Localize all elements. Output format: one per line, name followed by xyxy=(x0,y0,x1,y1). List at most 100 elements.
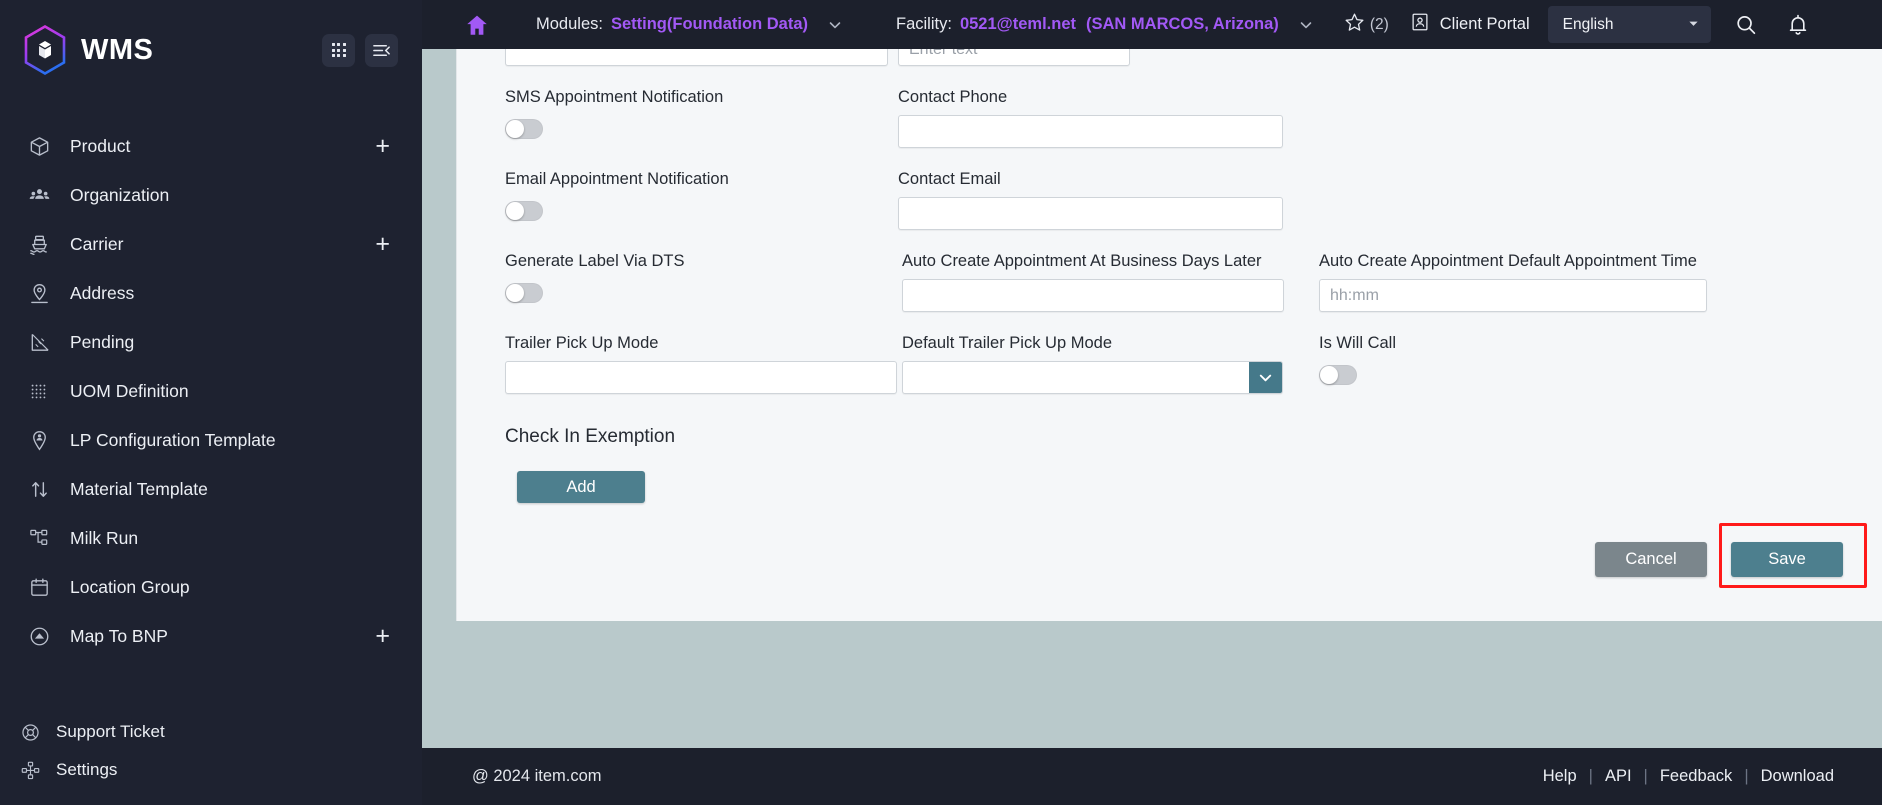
unnamed-left-input[interactable] xyxy=(505,49,888,66)
footer-link-help[interactable]: Help xyxy=(1543,767,1577,786)
sidebar-item-label: LP Configuration Template xyxy=(70,430,276,450)
sidebar-item-material-template[interactable]: Material Template xyxy=(0,465,422,514)
form-field-trailer-pick-up-mode: Trailer Pick Up Mode xyxy=(505,334,915,394)
form-field-auto-create-default-time: Auto Create Appointment Default Appointm… xyxy=(1319,252,1719,312)
generate-label-via-dts-toggle[interactable] xyxy=(505,283,543,303)
sidebar-item-label: Product xyxy=(70,136,131,156)
sidebar-item-address[interactable]: Address xyxy=(0,269,422,318)
sidebar-item-support-ticket[interactable]: Support Ticket xyxy=(0,713,422,751)
sidebar-add-product-button[interactable]: + xyxy=(375,134,396,159)
default-trailer-pick-up-mode-input[interactable] xyxy=(902,361,1283,394)
chevron-down-icon[interactable] xyxy=(826,16,844,34)
save-button[interactable]: Save xyxy=(1731,542,1843,577)
form-row-email-contact-email: Email Appointment Notification Contact E… xyxy=(481,170,1863,230)
ship-icon xyxy=(26,232,52,258)
sidebar-item-label: Support Ticket xyxy=(56,722,165,741)
modules-selector[interactable]: Modules: Setting(Foundation Data) xyxy=(536,15,844,34)
sidebar-item-label: Carrier xyxy=(70,234,124,254)
form-field-generate-label-via-dts: Generate Label Via DTS xyxy=(505,252,915,312)
sidebar-item-label: Address xyxy=(70,283,135,303)
is-will-call-toggle[interactable] xyxy=(1319,365,1357,385)
generate-label-via-dts-label: Generate Label Via DTS xyxy=(505,252,685,270)
sidebar-item-settings[interactable]: Settings xyxy=(0,751,422,789)
sidebar-item-label: Location Group xyxy=(70,577,190,597)
sidebar-item-organization[interactable]: Organization xyxy=(0,171,422,220)
facility-value: 0521@teml.net xyxy=(959,15,1076,33)
search-icon[interactable] xyxy=(1729,8,1763,42)
sitemap-icon xyxy=(26,526,52,552)
sidebar-item-label: Settings xyxy=(56,760,118,779)
box-icon xyxy=(26,134,52,160)
cancel-button[interactable]: Cancel xyxy=(1595,542,1707,577)
sidebar-item-carrier[interactable]: Carrier + xyxy=(0,220,422,269)
sidebar-item-map-to-bnp[interactable]: Map To BNP + xyxy=(0,612,422,661)
is-will-call-label: Is Will Call xyxy=(1319,334,1396,352)
cloud-circle-icon xyxy=(26,624,52,650)
email-appointment-notification-toggle[interactable] xyxy=(505,201,543,221)
footer-link-feedback[interactable]: Feedback xyxy=(1660,767,1732,786)
form-field-default-trailer-pick-up-mode: Default Trailer Pick Up Mode xyxy=(902,334,1310,394)
lifebuoy-icon xyxy=(18,719,42,745)
page-footer: @ 2024 item.com Help | API | Feedback | … xyxy=(422,748,1882,805)
home-icon[interactable] xyxy=(464,12,490,38)
footer-separator: | xyxy=(1643,767,1648,785)
sidebar-add-carrier-button[interactable]: + xyxy=(375,232,396,257)
chevron-down-icon[interactable] xyxy=(1297,16,1315,34)
footer-link-download[interactable]: Download xyxy=(1761,767,1834,786)
content-area: SMS Appointment Notification Contact Pho… xyxy=(422,49,1882,748)
people-group-icon xyxy=(26,183,52,209)
facility-label: Facility: xyxy=(896,15,952,33)
unnamed-right-input[interactable] xyxy=(898,49,1130,66)
form-field-email-appointment-notification: Email Appointment Notification xyxy=(505,170,915,230)
id-card-icon xyxy=(1409,11,1431,38)
sidebar-item-uom-definition[interactable]: UOM Definition xyxy=(0,367,422,416)
client-portal-button[interactable]: Client Portal xyxy=(1409,11,1530,38)
dotted-grid-icon xyxy=(26,379,52,405)
favorites-button[interactable]: (2) xyxy=(1343,11,1389,39)
map-pin-icon xyxy=(26,281,52,307)
form-row-trailer-pickup: Trailer Pick Up Mode Default Trailer Pic… xyxy=(481,334,1863,394)
facility-selector[interactable]: Facility: 0521@teml.net (SAN MARCOS, Ari… xyxy=(896,15,1315,34)
sidebar-bottom-nav: Support Ticket Settings xyxy=(0,713,422,805)
sidebar-item-label: Pending xyxy=(70,332,135,352)
check-in-exemption-title: Check In Exemption xyxy=(505,426,676,447)
form-field-contact-email: Contact Email xyxy=(898,170,1306,230)
modules-value: Setting(Foundation Data) xyxy=(610,15,809,33)
footer-separator: | xyxy=(1588,767,1593,785)
form-action-buttons: Cancel Save xyxy=(1595,523,1867,588)
sms-appointment-notification-toggle[interactable] xyxy=(505,119,543,139)
add-button[interactable]: Add xyxy=(517,471,645,503)
footer-link-api[interactable]: API xyxy=(1605,767,1632,786)
contact-phone-input[interactable] xyxy=(898,115,1283,148)
sidebar-item-lp-configuration-template[interactable]: LP Configuration Template xyxy=(0,416,422,465)
sidebar-item-pending[interactable]: Pending xyxy=(0,318,422,367)
client-portal-label: Client Portal xyxy=(1439,15,1530,33)
brand-title: WMS xyxy=(81,33,154,66)
facility-location: (SAN MARCOS, Arizona) xyxy=(1086,15,1279,33)
top-navigation-bar: Modules: Setting(Foundation Data) Facili… xyxy=(422,0,1882,49)
auto-create-appointment-business-days-input[interactable] xyxy=(902,279,1284,312)
auto-create-appointment-business-days-label: Auto Create Appointment At Business Days… xyxy=(902,252,1262,270)
sidebar-add-map-to-bnp-button[interactable]: + xyxy=(375,624,396,649)
pin-person-icon xyxy=(26,428,52,454)
trailer-pick-up-mode-input[interactable] xyxy=(505,361,897,394)
chevron-down-icon[interactable] xyxy=(1249,362,1282,393)
sidebar-item-milk-run[interactable]: Milk Run xyxy=(0,514,422,563)
grid-apps-icon[interactable] xyxy=(322,33,355,67)
contact-phone-label: Contact Phone xyxy=(898,88,1008,106)
sidebar-item-location-group[interactable]: Location Group xyxy=(0,563,422,612)
default-trailer-pick-up-mode-select[interactable] xyxy=(902,361,1283,394)
form-field-auto-create-business-days: Auto Create Appointment At Business Days… xyxy=(902,252,1310,312)
contact-email-input[interactable] xyxy=(898,197,1283,230)
collapse-menu-icon[interactable] xyxy=(365,33,398,67)
up-down-arrows-icon xyxy=(26,477,52,503)
footer-separator: | xyxy=(1744,767,1749,785)
sidebar-nav: Product + Organization Carrier + Address… xyxy=(0,122,422,661)
bell-notification-icon[interactable] xyxy=(1781,8,1815,42)
auto-create-appointment-default-time-input[interactable] xyxy=(1319,279,1707,312)
trailer-pick-up-mode-label: Trailer Pick Up Mode xyxy=(505,334,659,352)
save-button-wrapper: Save xyxy=(1719,523,1867,588)
sidebar-item-label: Milk Run xyxy=(70,528,139,548)
language-selector[interactable]: English xyxy=(1547,6,1711,43)
sidebar-item-product[interactable]: Product + xyxy=(0,122,422,171)
